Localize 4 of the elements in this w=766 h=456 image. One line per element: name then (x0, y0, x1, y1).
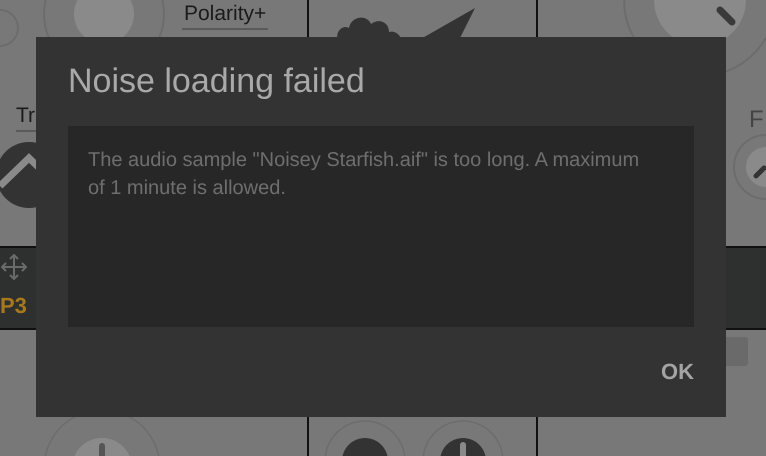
dialog-title: Noise loading failed (68, 62, 366, 100)
slot-label: P3 (0, 293, 27, 319)
polarity-label: Polarity+ (182, 2, 268, 30)
error-message: The audio sample "Noisey Starfish.aif" is too long. A maximum of 1 minute is allowed. (88, 148, 640, 201)
